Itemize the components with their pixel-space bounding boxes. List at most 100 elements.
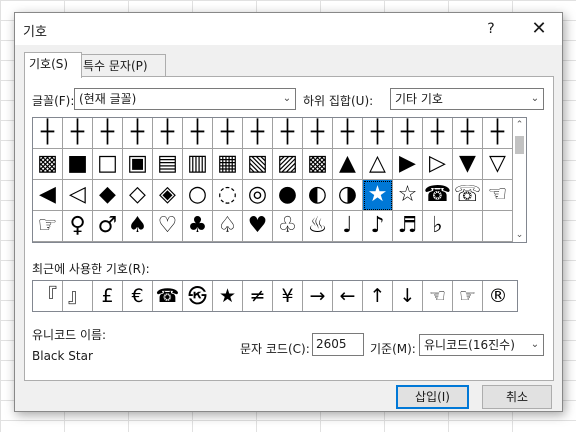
symbol-cell[interactable] <box>453 211 483 242</box>
symbol-cell[interactable]: ♠ <box>123 211 153 242</box>
recent-symbol-cell[interactable]: ☜ <box>423 281 453 311</box>
symbol-cell[interactable]: ┼ <box>243 118 273 149</box>
symbol-cell[interactable]: ★ <box>363 180 393 211</box>
symbol-cell[interactable]: ▥ <box>183 149 213 180</box>
symbol-cell[interactable]: ┼ <box>183 118 213 149</box>
symbol-cell[interactable]: ● <box>273 180 303 211</box>
symbol-cell[interactable]: ┼ <box>93 118 123 149</box>
symbol-cell[interactable]: ▧ <box>243 149 273 180</box>
symbol-cell[interactable]: ◈ <box>153 180 183 211</box>
recent-symbol-cell[interactable]: ↑ <box>363 281 393 311</box>
symbol-cell[interactable]: ┼ <box>153 118 183 149</box>
symbol-cell[interactable]: ☏ <box>453 180 483 211</box>
grid-scrollbar[interactable]: ⌃ ⌄ <box>513 118 526 242</box>
symbol-cell[interactable]: ◑ <box>333 180 363 211</box>
tab-special-characters[interactable]: 특수 문자(P) <box>78 54 166 77</box>
symbol-cell[interactable]: ◀ <box>33 180 63 211</box>
close-button[interactable]: ✕ <box>528 18 550 40</box>
symbol-cell[interactable]: ♣ <box>183 211 213 242</box>
symbol-cell[interactable]: ♪ <box>363 211 393 242</box>
symbol-cell[interactable]: ☆ <box>393 180 423 211</box>
symbol-cell[interactable]: ┼ <box>423 118 453 149</box>
symbol-cell[interactable]: ▩ <box>33 149 63 180</box>
symbol-cell[interactable]: △ <box>363 149 393 180</box>
scroll-up-icon[interactable]: ⌃ <box>513 118 526 132</box>
symbol-cell[interactable]: ♡ <box>153 211 183 242</box>
insert-button[interactable]: 삽입(I) <box>396 385 469 409</box>
symbol-cell[interactable]: ┼ <box>393 118 423 149</box>
unicode-name-value: Black Star <box>32 349 93 363</box>
symbol-cell[interactable]: ▣ <box>123 149 153 180</box>
symbol-cell[interactable]: ┼ <box>483 118 513 149</box>
subset-select[interactable]: 기타 기호 ⌄ <box>390 88 544 110</box>
recent-symbol-cell[interactable]: € <box>123 281 153 311</box>
symbol-cell[interactable]: ☞ <box>33 211 63 242</box>
symbol-cell[interactable]: ♀ <box>63 211 93 242</box>
symbol-cell[interactable]: ▤ <box>153 149 183 180</box>
subset-label: 하위 집합(U): <box>303 94 374 108</box>
dialog-title: 기호 <box>23 25 47 40</box>
recent-symbol-cell[interactable]: ★ <box>213 281 243 311</box>
symbol-cell[interactable]: ▲ <box>333 149 363 180</box>
symbol-cell[interactable]: □ <box>93 149 123 180</box>
recent-symbol-cell[interactable]: £ <box>93 281 123 311</box>
symbol-cell[interactable]: ♩ <box>333 211 363 242</box>
symbol-cell[interactable]: ○ <box>183 180 213 211</box>
symbol-cell[interactable]: ┼ <box>453 118 483 149</box>
symbol-cells: ┼ ┼ ┼ ┼ ┼ ┼ ┼ ┼ ┼ ┼ ┼ ┼ ┼ ┼ ┼ ┼ ▩ ■ □ ▣ ▤ ▥ ▦ ▧ ▨ ▩ ▲ △ ▶ ▷ ▼ ▽ ◀ ◁ ◆ ◇ ◈ ○ ◌ ◎… <box>33 118 513 242</box>
symbol-cell[interactable]: ♬ <box>393 211 423 242</box>
recent-symbol-cell[interactable]: → <box>303 281 333 311</box>
symbol-cell[interactable]: ♂ <box>93 211 123 242</box>
symbol-cell[interactable]: ♧ <box>273 211 303 242</box>
symbol-cell[interactable]: ◎ <box>243 180 273 211</box>
symbol-cell[interactable]: ☎ <box>423 180 453 211</box>
cancel-button[interactable]: 취소 <box>482 385 552 409</box>
symbol-cell[interactable]: ◇ <box>123 180 153 211</box>
symbol-cell[interactable]: ◁ <box>63 180 93 211</box>
symbol-cell[interactable]: ▶ <box>393 149 423 180</box>
symbol-cell[interactable]: ▩ <box>303 149 333 180</box>
symbol-cell[interactable]: ◐ <box>303 180 333 211</box>
symbol-cell[interactable]: ♤ <box>213 211 243 242</box>
symbol-cell[interactable]: ♭ <box>423 211 453 242</box>
symbol-cell[interactable]: ◌ <box>213 180 243 211</box>
from-select[interactable]: 유니코드(16진수) ⌄ <box>419 334 544 356</box>
from-select-value: 유니코드(16진수) <box>424 338 515 352</box>
symbol-cell[interactable]: ■ <box>63 149 93 180</box>
symbol-cell[interactable]: ♥ <box>243 211 273 242</box>
symbol-cell[interactable]: ▨ <box>273 149 303 180</box>
symbol-cell[interactable]: ┼ <box>273 118 303 149</box>
symbol-cell[interactable]: ┼ <box>333 118 363 149</box>
recent-symbol-cell[interactable]: ← <box>333 281 363 311</box>
recent-symbol-cell[interactable]: ≠ <box>243 281 273 311</box>
font-label: 글꼴(F): <box>32 94 75 108</box>
symbol-cell[interactable]: ♨ <box>303 211 333 242</box>
recent-symbol-cell[interactable]: ¥ <box>273 281 303 311</box>
symbol-cell[interactable]: ◆ <box>93 180 123 211</box>
recent-symbol-cell[interactable]: ☎ <box>153 281 183 311</box>
scroll-thumb[interactable] <box>515 136 524 154</box>
symbol-cell[interactable] <box>483 211 513 242</box>
recent-symbol-cell[interactable]: ㉿ <box>183 281 213 311</box>
symbol-cell[interactable]: ┼ <box>303 118 333 149</box>
symbol-cell[interactable]: ┼ <box>363 118 393 149</box>
symbol-cell[interactable]: ▷ <box>423 149 453 180</box>
scroll-down-icon[interactable]: ⌄ <box>513 228 526 242</box>
symbol-cell[interactable]: ▼ <box>453 149 483 180</box>
symbol-cell[interactable]: ┼ <box>213 118 243 149</box>
symbol-cell[interactable]: ┼ <box>63 118 93 149</box>
recent-symbol-cell[interactable]: ® <box>483 281 513 311</box>
symbol-cell[interactable]: ▽ <box>483 149 513 180</box>
symbol-cell[interactable]: ☜ <box>483 180 513 211</box>
recent-symbol-cell[interactable]: ↓ <box>393 281 423 311</box>
recent-symbol-cell[interactable]: 『 <box>33 281 63 311</box>
char-code-input[interactable]: 2605 <box>312 333 364 356</box>
symbol-cell[interactable]: ┼ <box>33 118 63 149</box>
tab-symbols[interactable]: 기호(S) <box>24 52 82 78</box>
symbol-cell[interactable]: ▦ <box>213 149 243 180</box>
recent-symbol-cell[interactable]: ☞ <box>453 281 483 311</box>
font-select[interactable]: (현재 글꼴) ⌄ <box>74 88 296 110</box>
help-button[interactable]: ? <box>481 18 501 40</box>
recent-symbol-cell[interactable]: 』 <box>63 281 93 311</box>
symbol-cell[interactable]: ┼ <box>123 118 153 149</box>
